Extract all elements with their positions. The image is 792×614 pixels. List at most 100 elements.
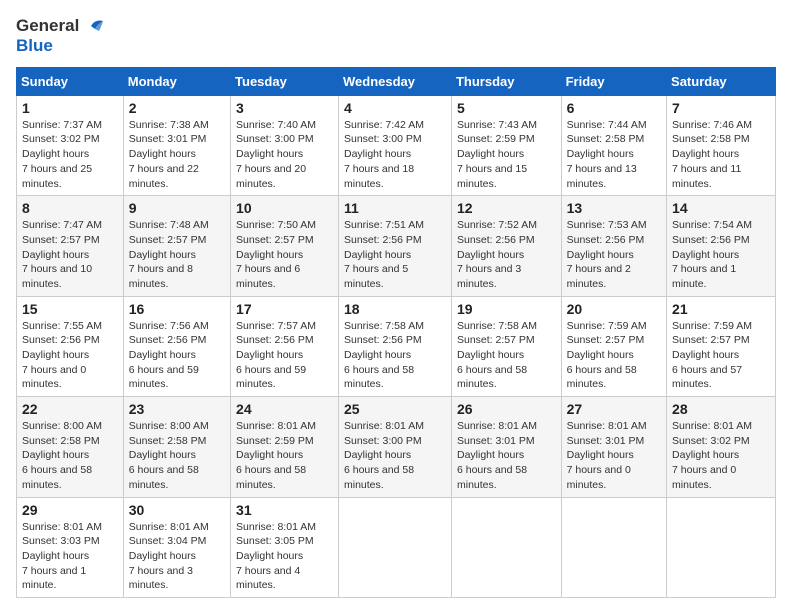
daylight-label: Daylight hours [567,249,634,261]
sunrise-label: Sunrise: 7:37 AM [22,119,102,131]
calendar-cell: 26 Sunrise: 8:01 AM Sunset: 3:01 PM Dayl… [451,397,561,497]
sunrise-label: Sunrise: 8:01 AM [567,420,647,432]
day-number: 17 [236,301,333,317]
daylight-label: Daylight hours [672,249,739,261]
daylight-label: Daylight hours [344,449,411,461]
column-header-saturday: Saturday [667,67,776,95]
day-number: 7 [672,100,770,116]
calendar-cell: 19 Sunrise: 7:58 AM Sunset: 2:57 PM Dayl… [451,296,561,396]
sunrise-label: Sunrise: 7:57 AM [236,320,316,332]
calendar-cell: 24 Sunrise: 8:01 AM Sunset: 2:59 PM Dayl… [231,397,339,497]
daylight-label: Daylight hours [236,249,303,261]
sunset-label: Sunset: 2:56 PM [672,234,750,246]
day-detail: Sunrise: 7:43 AM Sunset: 2:59 PM Dayligh… [457,118,556,191]
day-number: 6 [567,100,661,116]
sunset-label: Sunset: 2:57 PM [567,334,645,346]
daylight-value: 7 hours and 20 minutes. [236,163,306,190]
sunrise-label: Sunrise: 7:47 AM [22,219,102,231]
sunrise-label: Sunrise: 7:59 AM [672,320,752,332]
daylight-label: Daylight hours [129,449,196,461]
column-header-tuesday: Tuesday [231,67,339,95]
sunset-label: Sunset: 2:56 PM [129,334,207,346]
daylight-label: Daylight hours [236,550,303,562]
column-header-friday: Friday [561,67,666,95]
calendar-cell: 9 Sunrise: 7:48 AM Sunset: 2:57 PM Dayli… [123,196,230,296]
day-number: 21 [672,301,770,317]
daylight-label: Daylight hours [457,449,524,461]
logo-blue: Blue [16,36,53,56]
daylight-label: Daylight hours [22,550,89,562]
sunrise-label: Sunrise: 7:42 AM [344,119,424,131]
calendar-cell: 18 Sunrise: 7:58 AM Sunset: 2:56 PM Dayl… [338,296,451,396]
sunrise-label: Sunrise: 7:53 AM [567,219,647,231]
sunrise-label: Sunrise: 8:01 AM [236,420,316,432]
daylight-label: Daylight hours [22,449,89,461]
sunset-label: Sunset: 2:58 PM [129,435,207,447]
daylight-value: 6 hours and 58 minutes. [129,464,199,491]
daylight-label: Daylight hours [236,148,303,160]
sunset-label: Sunset: 2:57 PM [236,234,314,246]
day-number: 15 [22,301,118,317]
sunset-label: Sunset: 3:02 PM [672,435,750,447]
sunset-label: Sunset: 3:02 PM [22,133,100,145]
sunset-label: Sunset: 2:59 PM [457,133,535,145]
day-detail: Sunrise: 7:55 AM Sunset: 2:56 PM Dayligh… [22,319,118,392]
day-number: 13 [567,200,661,216]
daylight-value: 6 hours and 58 minutes. [344,364,414,391]
calendar-week-row: 22 Sunrise: 8:00 AM Sunset: 2:58 PM Dayl… [17,397,776,497]
sunset-label: Sunset: 3:01 PM [567,435,645,447]
sunrise-label: Sunrise: 8:01 AM [344,420,424,432]
sunrise-label: Sunrise: 7:51 AM [344,219,424,231]
day-detail: Sunrise: 7:38 AM Sunset: 3:01 PM Dayligh… [129,118,225,191]
day-detail: Sunrise: 7:59 AM Sunset: 2:57 PM Dayligh… [567,319,661,392]
day-detail: Sunrise: 7:37 AM Sunset: 3:02 PM Dayligh… [22,118,118,191]
column-header-monday: Monday [123,67,230,95]
calendar-cell: 15 Sunrise: 7:55 AM Sunset: 2:56 PM Dayl… [17,296,124,396]
day-number: 11 [344,200,446,216]
day-number: 19 [457,301,556,317]
sunset-label: Sunset: 2:58 PM [567,133,645,145]
sunset-label: Sunset: 2:58 PM [672,133,750,145]
sunrise-label: Sunrise: 8:01 AM [672,420,752,432]
sunrise-label: Sunrise: 7:48 AM [129,219,209,231]
day-detail: Sunrise: 7:47 AM Sunset: 2:57 PM Dayligh… [22,218,118,291]
daylight-value: 7 hours and 10 minutes. [22,263,92,290]
daylight-label: Daylight hours [672,449,739,461]
sunrise-label: Sunrise: 8:01 AM [457,420,537,432]
daylight-label: Daylight hours [672,349,739,361]
day-detail: Sunrise: 8:01 AM Sunset: 3:04 PM Dayligh… [129,520,225,593]
day-detail: Sunrise: 8:01 AM Sunset: 3:01 PM Dayligh… [457,419,556,492]
sunrise-label: Sunrise: 7:55 AM [22,320,102,332]
daylight-value: 7 hours and 5 minutes. [344,263,408,290]
calendar-cell: 22 Sunrise: 8:00 AM Sunset: 2:58 PM Dayl… [17,397,124,497]
calendar-cell: 11 Sunrise: 7:51 AM Sunset: 2:56 PM Dayl… [338,196,451,296]
sunrise-label: Sunrise: 7:40 AM [236,119,316,131]
day-detail: Sunrise: 7:46 AM Sunset: 2:58 PM Dayligh… [672,118,770,191]
sunrise-label: Sunrise: 8:01 AM [22,521,102,533]
day-detail: Sunrise: 7:56 AM Sunset: 2:56 PM Dayligh… [129,319,225,392]
sunset-label: Sunset: 3:00 PM [344,435,422,447]
day-number: 14 [672,200,770,216]
day-detail: Sunrise: 7:48 AM Sunset: 2:57 PM Dayligh… [129,218,225,291]
daylight-value: 7 hours and 22 minutes. [129,163,199,190]
sunset-label: Sunset: 3:05 PM [236,535,314,547]
calendar-cell: 3 Sunrise: 7:40 AM Sunset: 3:00 PM Dayli… [231,95,339,195]
daylight-label: Daylight hours [344,148,411,160]
calendar-week-row: 1 Sunrise: 7:37 AM Sunset: 3:02 PM Dayli… [17,95,776,195]
calendar-cell: 1 Sunrise: 7:37 AM Sunset: 3:02 PM Dayli… [17,95,124,195]
day-detail: Sunrise: 7:44 AM Sunset: 2:58 PM Dayligh… [567,118,661,191]
daylight-label: Daylight hours [344,349,411,361]
calendar-cell [451,497,561,597]
day-number: 10 [236,200,333,216]
daylight-label: Daylight hours [457,148,524,160]
sunset-label: Sunset: 2:56 PM [457,234,535,246]
daylight-label: Daylight hours [236,349,303,361]
day-number: 16 [129,301,225,317]
daylight-value: 6 hours and 57 minutes. [672,364,742,391]
sunset-label: Sunset: 2:57 PM [457,334,535,346]
calendar-cell: 13 Sunrise: 7:53 AM Sunset: 2:56 PM Dayl… [561,196,666,296]
day-detail: Sunrise: 7:54 AM Sunset: 2:56 PM Dayligh… [672,218,770,291]
daylight-label: Daylight hours [567,148,634,160]
sunset-label: Sunset: 2:59 PM [236,435,314,447]
day-detail: Sunrise: 7:52 AM Sunset: 2:56 PM Dayligh… [457,218,556,291]
